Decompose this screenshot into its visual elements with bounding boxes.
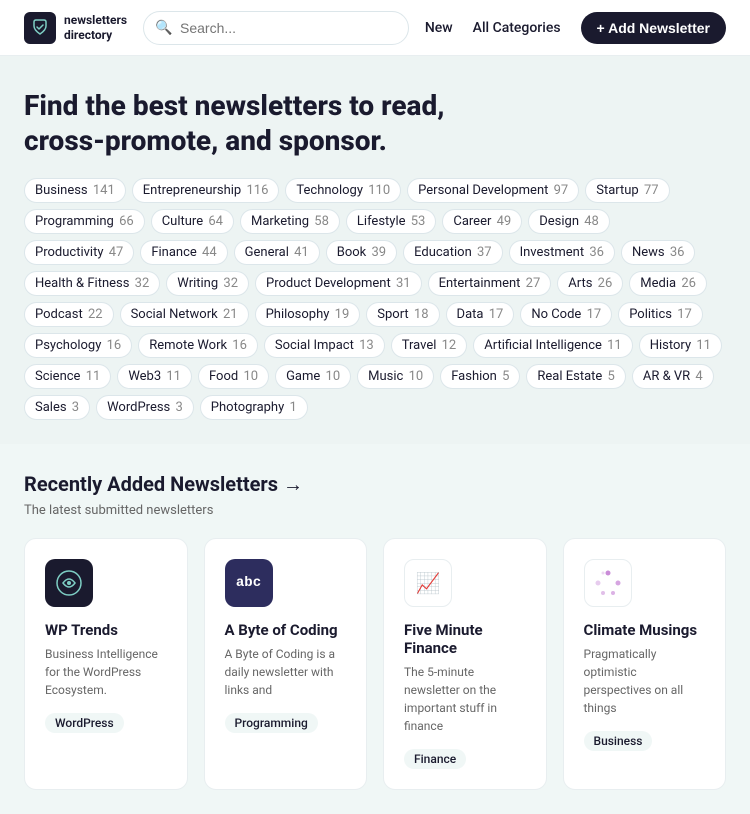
tag-item[interactable]: Productivity 47 <box>24 240 134 265</box>
tag-item[interactable]: Product Development 31 <box>255 271 422 296</box>
search-bar: 🔍 <box>143 11 409 45</box>
section-subtitle: The latest submitted newsletters <box>24 503 726 518</box>
tag-item[interactable]: Investment 36 <box>509 240 615 265</box>
card-wp-trends[interactable]: WP Trends Business Intelligence for the … <box>24 538 188 790</box>
tag-item[interactable]: Career 49 <box>442 209 522 234</box>
tag-item[interactable]: Design 48 <box>528 209 610 234</box>
tag-item[interactable]: Music 10 <box>357 364 434 389</box>
tag-item[interactable]: Travel 12 <box>391 333 468 358</box>
tag-item[interactable]: Culture 64 <box>151 209 234 234</box>
tag-item[interactable]: Writing 32 <box>166 271 249 296</box>
tag-item[interactable]: Entertainment 27 <box>428 271 552 296</box>
tag-item[interactable]: Health & Fitness 32 <box>24 271 160 296</box>
nav-all-categories[interactable]: All Categories <box>473 20 561 36</box>
tag-item[interactable]: Social Network 21 <box>120 302 249 327</box>
hero-headline: Find the best newsletters to read, cross… <box>24 88 504 158</box>
nav-new[interactable]: New <box>425 20 453 36</box>
tag-item[interactable]: Finance 44 <box>140 240 227 265</box>
search-input[interactable] <box>143 11 409 45</box>
header: newsletters directory 🔍 New All Categori… <box>0 0 750 56</box>
tag-item[interactable]: Media 26 <box>629 271 707 296</box>
tag-item[interactable]: Technology 110 <box>285 178 401 203</box>
tag-item[interactable]: Real Estate 5 <box>526 364 625 389</box>
tag-item[interactable]: Remote Work 16 <box>138 333 258 358</box>
tag-item[interactable]: History 11 <box>639 333 722 358</box>
logo-text: newsletters directory <box>64 13 127 42</box>
tag-item[interactable]: Data 17 <box>446 302 515 327</box>
nav-links: New All Categories + Add Newsletter <box>425 12 726 44</box>
card-logo <box>45 559 93 607</box>
tag-item[interactable]: AR & VR 4 <box>632 364 714 389</box>
tag-item[interactable]: Photography 1 <box>200 395 308 420</box>
tag-item[interactable]: Social Impact 13 <box>264 333 385 358</box>
logo-icon <box>24 12 56 44</box>
card-tag[interactable]: Programming <box>225 713 318 733</box>
tag-item[interactable]: Food 10 <box>198 364 269 389</box>
tag-item[interactable]: Sales 3 <box>24 395 90 420</box>
tag-item[interactable]: Philosophy 19 <box>255 302 361 327</box>
tag-item[interactable]: Marketing 58 <box>240 209 340 234</box>
tag-item[interactable]: Lifestyle 53 <box>346 209 436 234</box>
tag-item[interactable]: Politics 17 <box>618 302 703 327</box>
card-tag[interactable]: Business <box>584 731 653 751</box>
card-byte-of-coding[interactable]: abc A Byte of Coding A Byte of Coding is… <box>204 538 368 790</box>
cards-grid: WP Trends Business Intelligence for the … <box>24 538 726 790</box>
tag-item[interactable]: Business 141 <box>24 178 126 203</box>
card-logo <box>584 559 632 607</box>
tags-container: Business 141Entrepreneurship 116Technolo… <box>24 178 726 420</box>
card-desc: A Byte of Coding is a daily newsletter w… <box>225 645 347 699</box>
add-newsletter-button[interactable]: + Add Newsletter <box>581 12 726 44</box>
card-title: Five Minute Finance <box>404 621 526 657</box>
tag-item[interactable]: Arts 26 <box>557 271 623 296</box>
tag-item[interactable]: Web3 11 <box>117 364 192 389</box>
tag-item[interactable]: Sport 18 <box>366 302 439 327</box>
tag-item[interactable]: Entrepreneurship 116 <box>132 178 280 203</box>
logo[interactable]: newsletters directory <box>24 12 127 44</box>
card-title: Climate Musings <box>584 621 706 639</box>
tag-item[interactable]: Programming 66 <box>24 209 145 234</box>
card-title: WP Trends <box>45 621 167 639</box>
tag-item[interactable]: News 36 <box>621 240 696 265</box>
card-tag[interactable]: WordPress <box>45 713 124 733</box>
tag-item[interactable]: Artificial Intelligence 11 <box>473 333 633 358</box>
tag-item[interactable]: General 41 <box>234 240 320 265</box>
tag-item[interactable]: WordPress 3 <box>96 395 194 420</box>
tag-item[interactable]: Psychology 16 <box>24 333 132 358</box>
card-logo: 📈 <box>404 559 452 607</box>
card-desc: The 5-minute newsletter on the important… <box>404 663 526 735</box>
tag-item[interactable]: Podcast 22 <box>24 302 114 327</box>
tag-item[interactable]: Personal Development 97 <box>407 178 579 203</box>
card-five-minute-finance[interactable]: 📈 Five Minute Finance The 5-minute newsl… <box>383 538 547 790</box>
tag-item[interactable]: Book 39 <box>326 240 397 265</box>
tag-item[interactable]: Game 10 <box>275 364 351 389</box>
tag-item[interactable]: Startup 77 <box>585 178 669 203</box>
tag-item[interactable]: Science 11 <box>24 364 111 389</box>
card-climate-musings[interactable]: Climate Musings Pragmatically optimistic… <box>563 538 727 790</box>
card-desc: Pragmatically optimistic perspectives on… <box>584 645 706 717</box>
card-desc: Business Intelligence for the WordPress … <box>45 645 167 699</box>
recently-added-section: Recently Added Newsletters → The latest … <box>0 444 750 814</box>
search-icon: 🔍 <box>155 20 172 36</box>
card-logo: abc <box>225 559 273 607</box>
section-title: Recently Added Newsletters → <box>24 472 726 497</box>
card-title: A Byte of Coding <box>225 621 347 639</box>
tag-item[interactable]: Fashion 5 <box>440 364 520 389</box>
tag-item[interactable]: Education 37 <box>403 240 503 265</box>
tag-item[interactable]: No Code 17 <box>520 302 612 327</box>
card-tag[interactable]: Finance <box>404 749 466 769</box>
hero-section: Find the best newsletters to read, cross… <box>0 56 750 444</box>
